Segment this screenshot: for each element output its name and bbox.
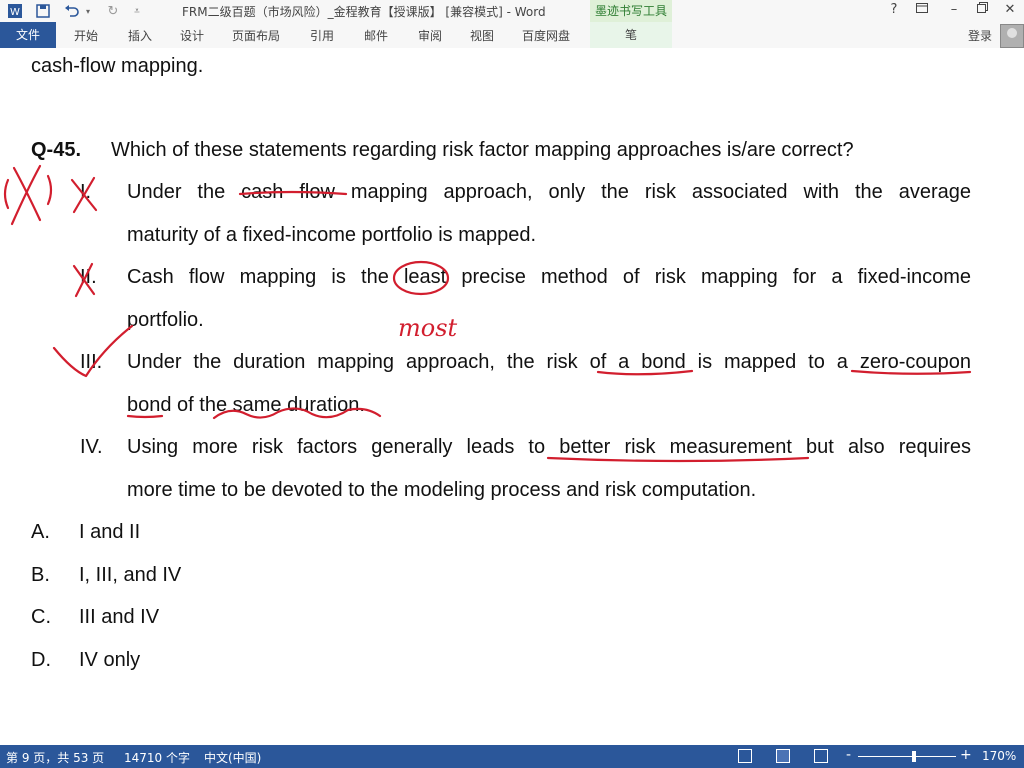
statement-text: portfolio.	[127, 309, 204, 331]
tab-mailings[interactable]: 邮件	[364, 27, 388, 44]
tab-home[interactable]: 开始	[74, 27, 98, 44]
title-bar: W ▾ ↻ ⩡ FRM二级百题（市场风险）_金程教育【授课版】 [兼容模式] -…	[0, 0, 1024, 23]
zoom-slider-thumb[interactable]	[912, 751, 916, 762]
sign-in-link[interactable]: 登录	[968, 27, 992, 44]
read-mode-icon[interactable]	[738, 749, 752, 763]
statement-text: bond of the same duration.	[127, 394, 365, 416]
zoom-in-button[interactable]: +	[960, 747, 972, 763]
option-text: I, III, and IV	[79, 564, 182, 586]
close-icon[interactable]: ✕	[1000, 2, 1020, 17]
statement-number: II.	[80, 266, 97, 288]
tab-baidu-netdisk[interactable]: 百度网盘	[522, 27, 570, 44]
statement-text: Under the cash flow mapping approach, on…	[127, 181, 971, 203]
zoom-level[interactable]: 170%	[982, 749, 1016, 763]
tab-review[interactable]: 审阅	[418, 27, 442, 44]
zoom-slider[interactable]	[858, 751, 956, 762]
option-letter: A.	[31, 521, 50, 543]
help-icon[interactable]: ?	[884, 2, 904, 17]
status-bar: 第 9 页，共 53 页 14710 个字 中文(中国) - + 170%	[0, 745, 1024, 768]
minimize-icon[interactable]: –	[944, 2, 964, 17]
ink-tools-context-title: 墨迹书写工具	[590, 0, 672, 23]
svg-text:W: W	[10, 7, 20, 18]
question-text: Which of these statements regarding risk…	[111, 139, 854, 161]
statement-text: Cash flow mapping is the least precise m…	[127, 266, 971, 288]
statement-text: Under the duration mapping approach, the…	[127, 351, 971, 373]
statement-text: Using more risk factors generally leads …	[127, 436, 971, 458]
ribbon-display-icon[interactable]	[912, 2, 932, 18]
tab-view[interactable]: 视图	[470, 27, 494, 44]
option-text: IV only	[79, 649, 141, 671]
tab-pen[interactable]: 笔	[590, 22, 672, 48]
ribbon-tabs: 文件 开始 插入 设计 页面布局 引用 邮件 审阅 视图 百度网盘 笔 登录	[0, 22, 1024, 49]
user-avatar-icon[interactable]	[1000, 24, 1024, 48]
statement-number: I.	[80, 181, 92, 203]
question-number: Q-45.	[31, 139, 82, 161]
restore-icon[interactable]	[972, 2, 992, 17]
save-icon[interactable]	[34, 2, 52, 20]
option-letter: D.	[31, 649, 51, 671]
tab-file[interactable]: 文件	[0, 22, 56, 48]
word-app-icon[interactable]: W	[6, 2, 24, 20]
document-page[interactable]: cash-flow mapping. Q-45. Which of these …	[0, 48, 1024, 745]
language-indicator[interactable]: 中文(中国)	[204, 749, 261, 766]
tab-references[interactable]: 引用	[310, 27, 334, 44]
tab-insert[interactable]: 插入	[128, 27, 152, 44]
statement-text: more time to be devoted to the modeling …	[127, 479, 757, 501]
option-text: III and IV	[79, 606, 160, 628]
customize-icon[interactable]: ⩡	[130, 2, 144, 20]
option-letter: C.	[31, 606, 51, 628]
print-layout-icon[interactable]	[776, 749, 790, 763]
option-text: I and II	[79, 521, 141, 543]
undo-dropdown-icon[interactable]: ▾	[84, 2, 92, 20]
undo-icon[interactable]	[62, 2, 82, 20]
statement-number: IV.	[80, 436, 103, 458]
statement-text: maturity of a fixed-income portfolio is …	[127, 224, 537, 246]
web-layout-icon[interactable]	[814, 749, 828, 763]
zoom-out-button[interactable]: -	[846, 747, 851, 763]
tab-design[interactable]: 设计	[180, 27, 204, 44]
previous-answer-tail: cash-flow mapping.	[31, 55, 204, 77]
document-title: FRM二级百题（市场风险）_金程教育【授课版】 [兼容模式] - Word	[182, 5, 546, 19]
page-count[interactable]: 第 9 页，共 53 页	[6, 749, 104, 766]
option-letter: B.	[31, 564, 50, 586]
redo-icon[interactable]: ↻	[104, 2, 122, 20]
tab-page-layout[interactable]: 页面布局	[232, 27, 280, 44]
word-count[interactable]: 14710 个字	[124, 749, 190, 766]
statement-number: III.	[80, 351, 103, 373]
